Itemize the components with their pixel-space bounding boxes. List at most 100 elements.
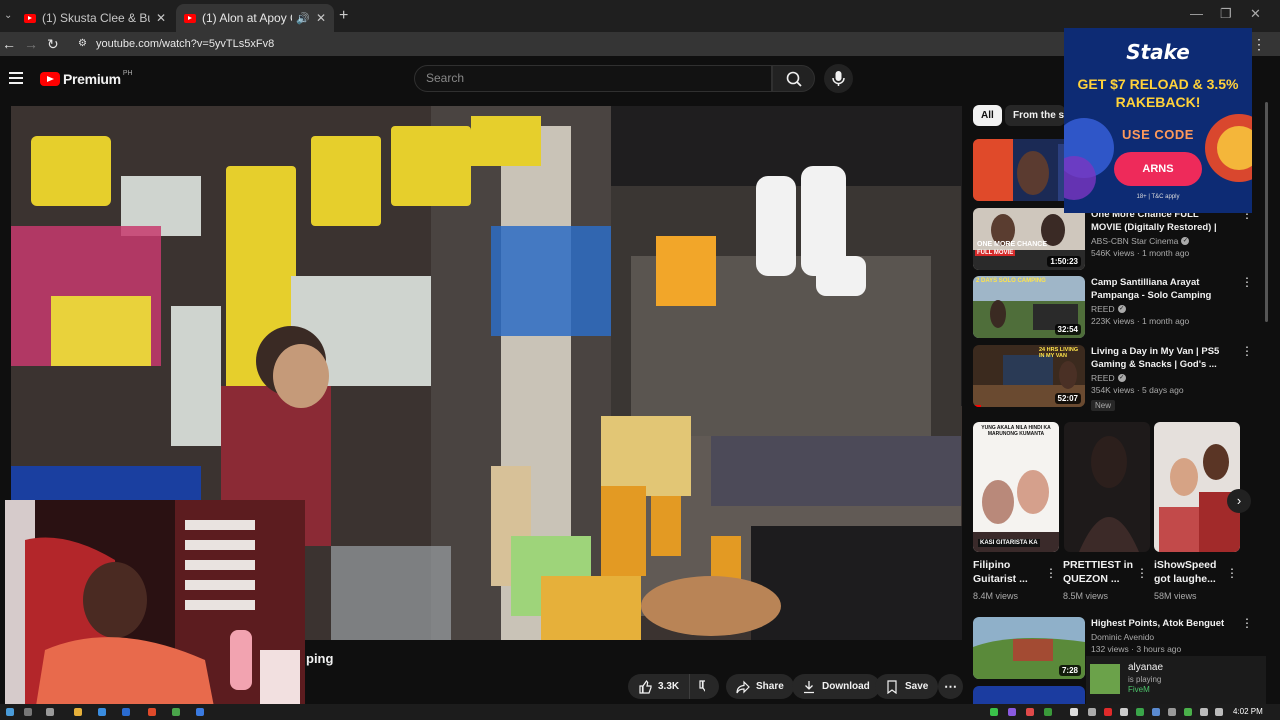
channel-name[interactable]: ABS-CBN Star Cinema ✓: [1091, 236, 1231, 246]
reload-icon[interactable]: ↻: [47, 32, 59, 56]
video-title[interactable]: Highest Points, Atok Benguet: [1091, 617, 1231, 630]
channel-name[interactable]: REED ✓: [1091, 304, 1231, 314]
thumbs-down-icon: [699, 679, 705, 692]
tray-icon[interactable]: [1152, 708, 1160, 716]
browser-tab-2[interactable]: (1) Alon at Apoy Camp Pala 🔊 ✕: [176, 4, 334, 32]
save-label: Save: [905, 681, 929, 692]
video-duration: 7:28: [1058, 665, 1081, 676]
tray-icon[interactable]: [1008, 708, 1016, 716]
new-tab-icon[interactable]: +: [339, 4, 348, 28]
tray-icon[interactable]: [1088, 708, 1096, 716]
ad-code-button[interactable]: ARNS: [1114, 152, 1202, 186]
chrome-icon[interactable]: [172, 708, 180, 716]
video-title[interactable]: Camp Santilliana Arayat Pampanga - Solo …: [1091, 276, 1231, 302]
video-menu-icon[interactable]: ⋮: [1241, 345, 1253, 357]
short-title[interactable]: PRETTIEST in QUEZON ...: [1063, 558, 1139, 586]
video-thumbnail[interactable]: [973, 686, 1085, 704]
chip-all[interactable]: All: [973, 105, 1002, 126]
short-views: 8.5M views: [1063, 591, 1109, 601]
search-input[interactable]: Search: [414, 65, 772, 92]
tray-icon[interactable]: [1026, 708, 1034, 716]
video-thumbnail[interactable]: 7:28: [973, 617, 1085, 679]
volume-icon[interactable]: [1215, 708, 1223, 716]
url-field[interactable]: youtube.com/watch?v=5yvTLs5xFv8: [96, 32, 274, 56]
audio-playing-icon[interactable]: 🔊: [296, 12, 310, 25]
tab-search-icon[interactable]: ⌄: [4, 4, 12, 28]
scrollbar[interactable]: [1265, 102, 1268, 322]
dislike-button[interactable]: [689, 674, 719, 699]
video-duration: 32:54: [1054, 324, 1081, 335]
restore-icon[interactable]: ❐: [1220, 6, 1232, 22]
tray-icon[interactable]: [1184, 708, 1192, 716]
tray-icon[interactable]: [1044, 708, 1052, 716]
app-icon[interactable]: [196, 708, 204, 716]
app-icon[interactable]: [98, 708, 106, 716]
short-menu-icon[interactable]: ⋮: [1136, 566, 1148, 580]
share-label: Share: [756, 681, 784, 692]
short-menu-icon[interactable]: ⋮: [1226, 566, 1238, 580]
short-thumbnail[interactable]: [1154, 422, 1240, 552]
chip-from-the-series[interactable]: From the se: [1005, 105, 1065, 126]
tray-icon[interactable]: [1168, 708, 1176, 716]
video-thumbnail[interactable]: 24 HRS LIVING IN MY VAN 52:07: [973, 345, 1085, 407]
short-title[interactable]: Filipino Guitarist ...: [973, 558, 1049, 586]
short-title[interactable]: iShowSpeed got laughe...: [1154, 558, 1230, 586]
activity-notification[interactable]: alyanae is playing FiveM: [1086, 656, 1266, 704]
menu-icon[interactable]: [9, 72, 23, 84]
youtube-favicon-icon: [184, 13, 196, 23]
video-info: Camp Santilliana Arayat Pampanga - Solo …: [1091, 276, 1231, 326]
task-view-icon[interactable]: [46, 708, 54, 716]
video-menu-icon[interactable]: ⋮: [1241, 276, 1253, 288]
new-badge: New: [1091, 400, 1116, 411]
youtube-logo[interactable]: Premium PH: [40, 70, 133, 87]
file-explorer-icon[interactable]: [74, 708, 82, 716]
channel-name[interactable]: REED ✓: [1091, 373, 1231, 383]
thumbnail-caption: 24 HRS LIVING IN MY VAN: [1039, 347, 1079, 359]
browser-menu-icon[interactable]: ⋮: [1252, 32, 1266, 56]
video-thumbnail[interactable]: 2 DAYS SOLO CAMPING 32:54: [973, 276, 1085, 338]
ad-fine-print: 18+ | T&C apply: [1136, 194, 1180, 200]
more-actions-button[interactable]: ⋯: [938, 674, 963, 699]
wifi-icon[interactable]: [1200, 708, 1208, 716]
tray-icon[interactable]: [1070, 708, 1078, 716]
tab-close-icon[interactable]: ✕: [156, 11, 166, 25]
app-root: ⌄ (1) Skusta Clee & Bullet D - "Dy ✕ (1)…: [0, 0, 1280, 720]
tray-icon[interactable]: [1104, 708, 1112, 716]
short-thumbnail[interactable]: YUNG AKALA NILA HINDI KA MARUNONG KUMANT…: [973, 422, 1059, 552]
notification-game: FiveM: [1128, 685, 1150, 694]
tray-icon[interactable]: [1136, 708, 1144, 716]
video-duration: 52:07: [1054, 393, 1081, 404]
download-button[interactable]: Download: [792, 674, 880, 699]
clock[interactable]: 4:02 PM: [1233, 707, 1263, 716]
video-menu-icon[interactable]: ⋮: [1241, 617, 1253, 629]
browser-tab-1[interactable]: (1) Skusta Clee & Bullet D - "Dy ✕: [16, 4, 174, 32]
close-window-icon[interactable]: ✕: [1250, 6, 1261, 22]
app-icon[interactable]: [148, 708, 156, 716]
webcam-overlay: [5, 500, 305, 712]
minimize-icon[interactable]: —: [1190, 6, 1203, 21]
short-thumbnail[interactable]: [1064, 422, 1150, 552]
save-button[interactable]: Save: [875, 674, 939, 699]
bookmark-icon: [887, 679, 897, 694]
download-icon: [804, 680, 814, 693]
site-info-icon[interactable]: ⚙: [78, 32, 87, 56]
start-icon[interactable]: [6, 708, 14, 716]
tray-icon[interactable]: [990, 708, 998, 716]
video-title[interactable]: Living a Day in My Van | PS5 Gaming & Sn…: [1091, 345, 1231, 371]
stake-ad-overlay[interactable]: Stake GET $7 RELOAD & 3.5% RAKEBACK! USE…: [1064, 28, 1252, 213]
verified-icon: ✓: [1181, 237, 1190, 245]
forward-icon[interactable]: →: [24, 32, 38, 56]
tab-close-icon[interactable]: ✕: [316, 11, 326, 25]
channel-name[interactable]: Dominic Avenido: [1091, 632, 1231, 642]
app-icon[interactable]: [122, 708, 130, 716]
voice-search-button[interactable]: [824, 64, 853, 93]
search-taskbar-icon[interactable]: [24, 708, 32, 716]
back-icon[interactable]: ←: [2, 32, 16, 56]
short-menu-icon[interactable]: ⋮: [1045, 566, 1057, 580]
share-button[interactable]: Share: [726, 674, 794, 699]
microphone-icon: [832, 71, 845, 86]
video-thumbnail[interactable]: ONE MORE CHANCE FULL MOVIE 1:50:23: [973, 208, 1085, 270]
tray-icon[interactable]: [1120, 708, 1128, 716]
search-button[interactable]: [772, 65, 815, 92]
shorts-next-icon[interactable]: ›: [1227, 489, 1251, 513]
